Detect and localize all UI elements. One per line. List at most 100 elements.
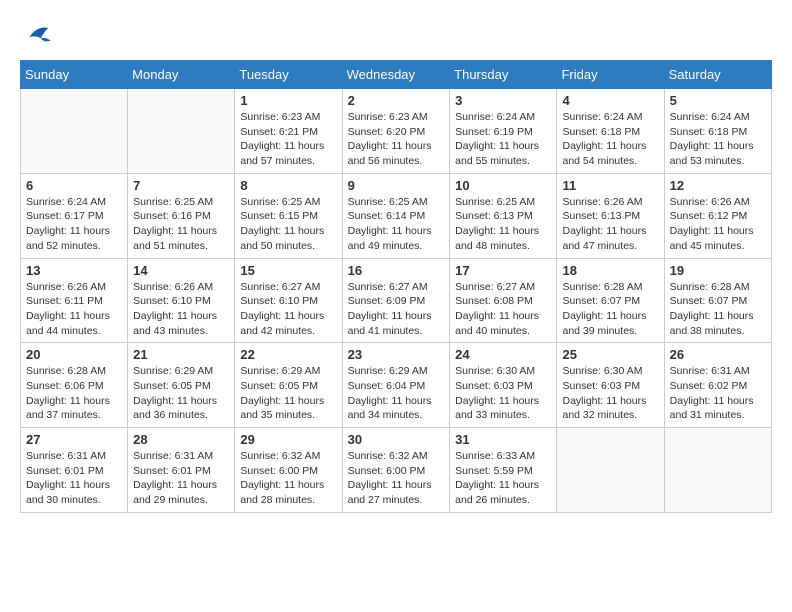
logo-bird-icon [22,20,52,50]
day-info: Sunrise: 6:24 AM Sunset: 6:18 PM Dayligh… [670,110,766,169]
day-info: Sunrise: 6:33 AM Sunset: 5:59 PM Dayligh… [455,449,551,508]
calendar-cell: 11 Sunrise: 6:26 AM Sunset: 6:13 PM Dayli… [557,173,664,258]
day-info: Sunrise: 6:26 AM Sunset: 6:11 PM Dayligh… [26,280,122,339]
day-info: Sunrise: 6:26 AM Sunset: 6:13 PM Dayligh… [562,195,658,254]
calendar-cell: 12Sunrise: 6:26 AM Sunset: 6:12 PM Dayli… [664,173,771,258]
day-number: 23 [348,347,445,362]
calendar-cell: 29 Sunrise: 6:32 AM Sunset: 6:00 PM Dayli… [235,428,342,513]
calendar-cell: 25Sunrise: 6:30 AM Sunset: 6:03 PM Dayli… [557,343,664,428]
day-number: 31 [455,432,551,447]
day-number: 15 [240,263,336,278]
day-number: 5 [670,93,766,108]
calendar-cell: 23 Sunrise: 6:29 AM Sunset: 6:04 PM Dayli… [342,343,450,428]
calendar-cell: 17Sunrise: 6:27 AM Sunset: 6:08 PM Dayli… [450,258,557,343]
weekday-header-tuesday: Tuesday [235,61,342,89]
calendar-cell [664,428,771,513]
day-info: Sunrise: 6:28 AM Sunset: 6:06 PM Dayligh… [26,364,122,423]
weekday-header-monday: Monday [128,61,235,89]
calendar-cell: 30Sunrise: 6:32 AM Sunset: 6:00 PM Dayli… [342,428,450,513]
calendar-cell: 16Sunrise: 6:27 AM Sunset: 6:09 PM Dayli… [342,258,450,343]
day-info: Sunrise: 6:28 AM Sunset: 6:07 PM Dayligh… [670,280,766,339]
page-header [20,20,772,50]
day-info: Sunrise: 6:32 AM Sunset: 6:00 PM Dayligh… [240,449,336,508]
calendar-cell: 9 Sunrise: 6:25 AM Sunset: 6:14 PM Daylig… [342,173,450,258]
day-info: Sunrise: 6:29 AM Sunset: 6:05 PM Dayligh… [133,364,229,423]
calendar-cell: 15 Sunrise: 6:27 AM Sunset: 6:10 PM Dayli… [235,258,342,343]
weekday-header-saturday: Saturday [664,61,771,89]
day-info: Sunrise: 6:25 AM Sunset: 6:15 PM Dayligh… [240,195,336,254]
day-number: 27 [26,432,122,447]
day-info: Sunrise: 6:29 AM Sunset: 6:04 PM Dayligh… [348,364,445,423]
day-number: 13 [26,263,122,278]
day-info: Sunrise: 6:25 AM Sunset: 6:14 PM Dayligh… [348,195,445,254]
day-number: 24 [455,347,551,362]
weekday-header-thursday: Thursday [450,61,557,89]
calendar-cell: 2 Sunrise: 6:23 AM Sunset: 6:20 PM Daylig… [342,89,450,174]
day-number: 18 [562,263,658,278]
day-number: 11 [562,178,658,193]
day-info: Sunrise: 6:24 AM Sunset: 6:17 PM Dayligh… [26,195,122,254]
calendar-cell: 21 Sunrise: 6:29 AM Sunset: 6:05 PM Dayli… [128,343,235,428]
day-number: 26 [670,347,766,362]
calendar-cell: 13 Sunrise: 6:26 AM Sunset: 6:11 PM Dayli… [21,258,128,343]
day-number: 1 [240,93,336,108]
day-number: 22 [240,347,336,362]
calendar-cell: 26 Sunrise: 6:31 AM Sunset: 6:02 PM Dayli… [664,343,771,428]
calendar-cell: 18 Sunrise: 6:28 AM Sunset: 6:07 PM Dayli… [557,258,664,343]
calendar-cell: 8 Sunrise: 6:25 AM Sunset: 6:15 PM Daylig… [235,173,342,258]
day-number: 17 [455,263,551,278]
calendar-week-row: 1 Sunrise: 6:23 AM Sunset: 6:21 PM Daylig… [21,89,772,174]
day-info: Sunrise: 6:24 AM Sunset: 6:18 PM Dayligh… [562,110,658,169]
weekday-header-row: SundayMondayTuesdayWednesdayThursdayFrid… [21,61,772,89]
day-number: 20 [26,347,122,362]
day-number: 8 [240,178,336,193]
calendar-cell [21,89,128,174]
day-info: Sunrise: 6:23 AM Sunset: 6:21 PM Dayligh… [240,110,336,169]
weekday-header-wednesday: Wednesday [342,61,450,89]
day-info: Sunrise: 6:23 AM Sunset: 6:20 PM Dayligh… [348,110,445,169]
day-number: 10 [455,178,551,193]
day-info: Sunrise: 6:27 AM Sunset: 6:10 PM Dayligh… [240,280,336,339]
calendar-cell: 19 Sunrise: 6:28 AM Sunset: 6:07 PM Dayli… [664,258,771,343]
day-number: 21 [133,347,229,362]
calendar-week-row: 20 Sunrise: 6:28 AM Sunset: 6:06 PM Dayli… [21,343,772,428]
day-info: Sunrise: 6:25 AM Sunset: 6:16 PM Dayligh… [133,195,229,254]
calendar-cell: 31 Sunrise: 6:33 AM Sunset: 5:59 PM Dayli… [450,428,557,513]
day-number: 7 [133,178,229,193]
day-info: Sunrise: 6:27 AM Sunset: 6:09 PM Dayligh… [348,280,445,339]
day-number: 29 [240,432,336,447]
calendar-cell: 3Sunrise: 6:24 AM Sunset: 6:19 PM Daylig… [450,89,557,174]
calendar-cell: 27 Sunrise: 6:31 AM Sunset: 6:01 PM Dayli… [21,428,128,513]
day-number: 6 [26,178,122,193]
weekday-header-sunday: Sunday [21,61,128,89]
day-number: 9 [348,178,445,193]
calendar-table: SundayMondayTuesdayWednesdayThursdayFrid… [20,60,772,513]
day-info: Sunrise: 6:31 AM Sunset: 6:01 PM Dayligh… [133,449,229,508]
day-info: Sunrise: 6:30 AM Sunset: 6:03 PM Dayligh… [455,364,551,423]
day-number: 30 [348,432,445,447]
calendar-cell: 20 Sunrise: 6:28 AM Sunset: 6:06 PM Dayli… [21,343,128,428]
calendar-cell: 28 Sunrise: 6:31 AM Sunset: 6:01 PM Dayli… [128,428,235,513]
day-info: Sunrise: 6:26 AM Sunset: 6:10 PM Dayligh… [133,280,229,339]
weekday-header-friday: Friday [557,61,664,89]
calendar-cell: 14 Sunrise: 6:26 AM Sunset: 6:10 PM Dayli… [128,258,235,343]
calendar-cell: 7 Sunrise: 6:25 AM Sunset: 6:16 PM Daylig… [128,173,235,258]
day-number: 12 [670,178,766,193]
day-number: 3 [455,93,551,108]
day-number: 19 [670,263,766,278]
calendar-cell: 10 Sunrise: 6:25 AM Sunset: 6:13 PM Dayli… [450,173,557,258]
day-number: 28 [133,432,229,447]
day-number: 25 [562,347,658,362]
day-number: 2 [348,93,445,108]
day-info: Sunrise: 6:31 AM Sunset: 6:01 PM Dayligh… [26,449,122,508]
day-info: Sunrise: 6:31 AM Sunset: 6:02 PM Dayligh… [670,364,766,423]
day-number: 4 [562,93,658,108]
day-info: Sunrise: 6:25 AM Sunset: 6:13 PM Dayligh… [455,195,551,254]
calendar-cell: 4 Sunrise: 6:24 AM Sunset: 6:18 PM Daylig… [557,89,664,174]
calendar-week-row: 13 Sunrise: 6:26 AM Sunset: 6:11 PM Dayli… [21,258,772,343]
day-number: 14 [133,263,229,278]
calendar-week-row: 6 Sunrise: 6:24 AM Sunset: 6:17 PM Daylig… [21,173,772,258]
day-info: Sunrise: 6:28 AM Sunset: 6:07 PM Dayligh… [562,280,658,339]
day-info: Sunrise: 6:29 AM Sunset: 6:05 PM Dayligh… [240,364,336,423]
calendar-cell [557,428,664,513]
